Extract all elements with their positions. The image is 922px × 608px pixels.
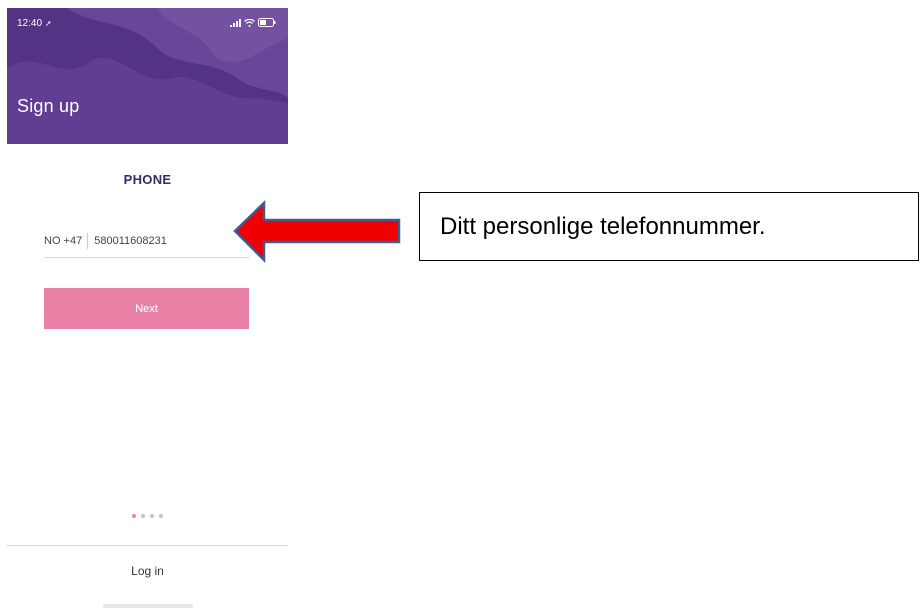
section-title: PHONE bbox=[123, 172, 172, 187]
next-button[interactable]: Next bbox=[44, 288, 249, 329]
page-indicator bbox=[7, 514, 288, 518]
phone-screen: 12:40 ➚ Sign up PHONE NO +47 58001160823… bbox=[7, 0, 288, 608]
annotation-callout: Ditt personlige telefonnummer. bbox=[419, 192, 919, 261]
page-dot bbox=[159, 514, 163, 518]
status-icons bbox=[230, 18, 276, 27]
red-arrow-icon bbox=[233, 200, 401, 264]
wifi-icon bbox=[244, 18, 255, 27]
page-dot bbox=[150, 514, 154, 518]
page-title: Sign up bbox=[17, 96, 80, 116]
phone-number-row: NO +47 bbox=[44, 225, 249, 258]
status-time: 12:40 ➚ bbox=[17, 18, 52, 29]
signal-icon bbox=[230, 18, 241, 27]
page-dot bbox=[132, 514, 136, 518]
battery-icon bbox=[258, 18, 276, 27]
country-code-selector[interactable]: NO +47 bbox=[44, 233, 89, 249]
phone-number-input[interactable] bbox=[88, 234, 247, 248]
signup-header: 12:40 ➚ Sign up bbox=[7, 8, 288, 144]
location-arrow-icon: ➚ bbox=[44, 19, 52, 28]
login-link[interactable]: Log in bbox=[7, 564, 288, 578]
home-indicator bbox=[103, 604, 193, 608]
page-dot bbox=[141, 514, 145, 518]
callout-text: Ditt personlige telefonnummer. bbox=[440, 212, 766, 240]
divider bbox=[7, 545, 288, 546]
